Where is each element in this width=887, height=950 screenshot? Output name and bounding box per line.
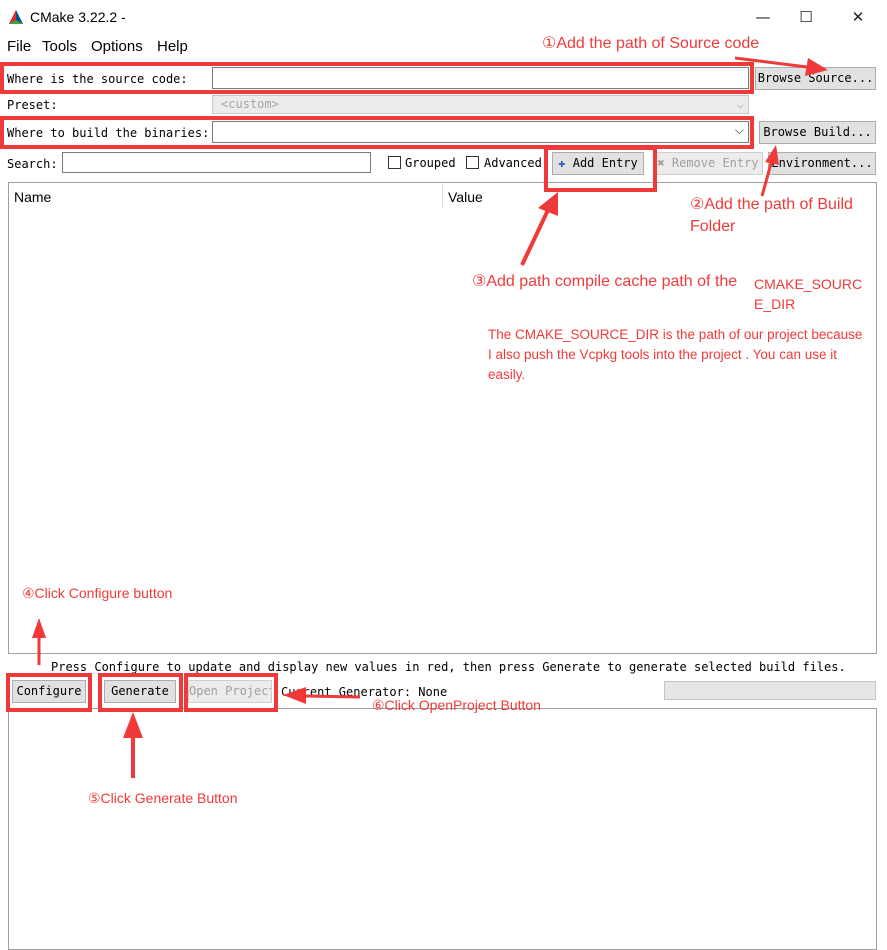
arrow-step2: [760, 159, 774, 197]
arrow-step1: [734, 56, 816, 70]
annotation-arrows: [32, 56, 828, 778]
arrow-step3: [520, 209, 550, 266]
annotation-step3-note: The CMAKE_SOURCE_DIR is the path of our …: [488, 327, 863, 382]
annotation-step6: ⑥Click OpenProject Button: [372, 697, 541, 713]
annotation-step1: ①Add the path of Source code: [542, 35, 760, 52]
annotation-step2: ②Add the path of Build Folder: [690, 196, 853, 235]
annotation-step3: ③Add path compile cache path of the: [472, 273, 738, 290]
annotation-step4: ④Click Configure button: [22, 585, 173, 601]
annotation-step3-side: CMAKE_SOURCE_DIR: [754, 276, 863, 312]
annotation-step5: ⑤Click Generate Button: [88, 790, 238, 806]
arrow-step6: [304, 694, 361, 699]
